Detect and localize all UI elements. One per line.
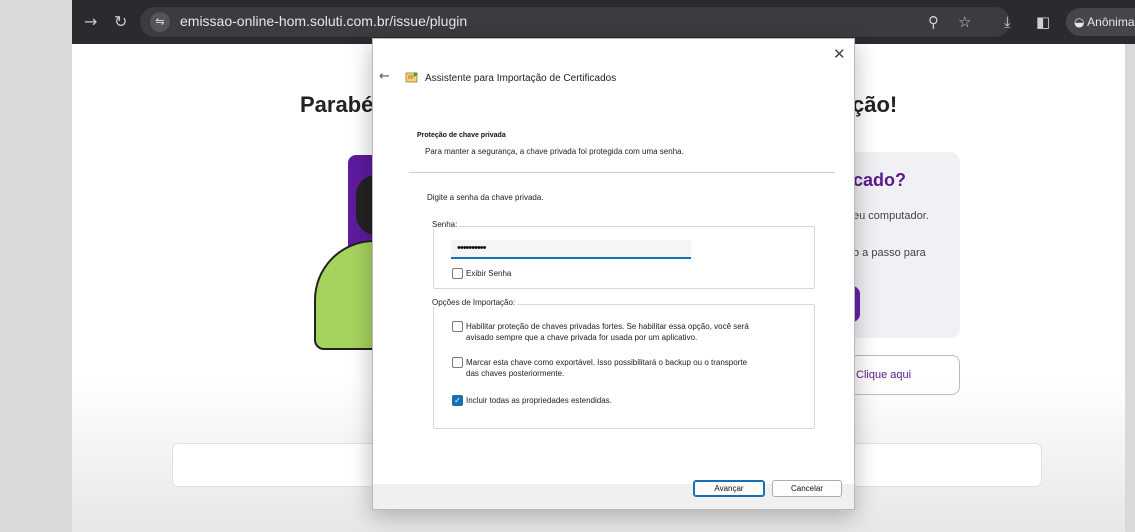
extended-properties-checkbox[interactable]: ✓	[452, 395, 463, 406]
header-divider	[409, 172, 835, 173]
show-password-label: Exibir Senha	[466, 269, 512, 278]
exportable-key-label-line2: das chaves posteriormente.	[466, 369, 565, 378]
dialog-title: Assistente para Importação de Certificad…	[425, 73, 617, 84]
letterbox-right	[1125, 0, 1135, 532]
section-description: Para manter a segurança, a chave privada…	[425, 147, 684, 156]
certificate-import-dialog: ✕ ← Assistente para Importação de Certif…	[372, 38, 855, 510]
certificate-icon	[405, 72, 418, 83]
incognito-chip[interactable]: ◒ Anônima	[1066, 8, 1135, 36]
section-title: Proteção de chave privada	[417, 132, 506, 139]
page-heading-right: ção!	[852, 92, 898, 117]
strong-protection-checkbox[interactable]	[452, 321, 463, 332]
show-password-checkbox[interactable]	[452, 268, 463, 279]
zoom-icon[interactable]: ⚲	[928, 12, 939, 32]
strong-protection-label-line1: Habilitar proteção de chaves privadas fo…	[466, 322, 749, 331]
card-title: cado?	[853, 170, 907, 190]
incognito-label: Anônima	[1087, 15, 1135, 29]
extended-properties-label: Incluir todas as propriedades estendidas…	[466, 396, 612, 405]
password-prompt: Digite a senha da chave privada.	[427, 193, 544, 202]
bookmark-star-icon[interactable]: ☆	[958, 12, 971, 32]
import-options-label: Opções de Importação:	[430, 298, 518, 307]
page-heading-left: Parabé	[300, 92, 374, 117]
incognito-icon: ◒	[1074, 15, 1085, 29]
strong-protection-label-line2: avisado sempre que a chave privada for u…	[466, 333, 698, 342]
password-field[interactable]: ••••••••••	[451, 240, 691, 259]
download-icon[interactable]: ⤓	[1004, 12, 1011, 32]
exportable-key-checkbox[interactable]	[452, 357, 463, 368]
card-text-line1: eu computador.	[853, 210, 929, 222]
cancel-button[interactable]: Cancelar	[772, 480, 842, 497]
next-button[interactable]: Avançar	[693, 480, 765, 497]
side-panel-icon[interactable]: ◧	[1036, 12, 1050, 32]
reload-icon[interactable]: ↻	[114, 12, 127, 32]
site-settings-icon[interactable]: ⇋	[150, 12, 170, 32]
forward-icon[interactable]: →	[84, 12, 97, 32]
letterbox-left	[0, 0, 72, 532]
exportable-key-label-line1: Marcar esta chave como exportável. Isso …	[466, 358, 748, 367]
card-text-line2: o a passo para	[853, 247, 926, 259]
close-icon[interactable]: ✕	[833, 45, 846, 63]
back-arrow-icon[interactable]: ←	[379, 69, 390, 84]
url-text[interactable]: emissao-online-hom.soluti.com.br/issue/p…	[180, 13, 467, 29]
password-label: Senha:	[430, 220, 460, 229]
